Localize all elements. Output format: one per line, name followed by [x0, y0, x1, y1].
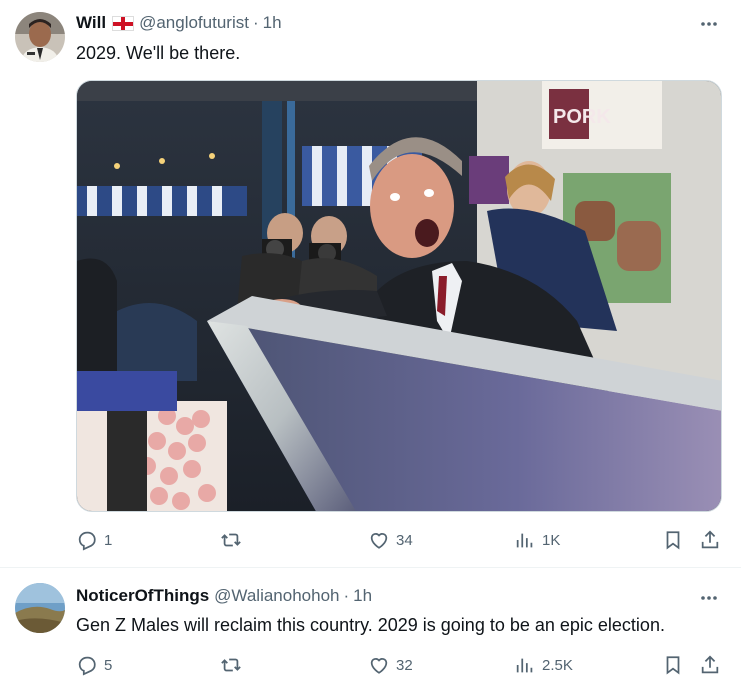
share-icon: [701, 530, 719, 549]
separator-dot: ·: [252, 13, 259, 32]
heart-icon: [370, 658, 388, 674]
photo-butcher-shop: PORK: [77, 81, 721, 511]
like-count: 34: [396, 531, 413, 549]
shop-sign-text: PORK: [553, 106, 611, 128]
reply-count: 5: [104, 656, 113, 674]
views-chart-icon: [516, 658, 533, 673]
timestamp[interactable]: 1h: [353, 586, 372, 606]
repost-button[interactable]: [220, 651, 248, 679]
share-button[interactable]: [699, 651, 721, 679]
share-icon: [701, 655, 719, 674]
tweet-photo[interactable]: PORK: [76, 80, 722, 512]
views-button[interactable]: 2.5K: [514, 651, 573, 679]
user-handle[interactable]: @Walianohohoh: [214, 586, 339, 606]
separator-dot: ·: [343, 586, 350, 605]
avatar[interactable]: [15, 583, 65, 633]
views-chart-icon: [516, 533, 533, 548]
more-options-button[interactable]: [697, 586, 721, 610]
england-flag-icon: [112, 15, 135, 31]
reply-button[interactable]: 1: [76, 526, 112, 554]
more-icon: [701, 22, 717, 26]
bookmark-button[interactable]: [662, 526, 684, 554]
heart-icon: [370, 533, 388, 549]
bookmark-icon: [666, 531, 680, 550]
avatar[interactable]: [15, 12, 65, 62]
more-options-button[interactable]: [697, 12, 721, 36]
tweet-header: Will @anglofuturist · 1h: [76, 12, 282, 34]
repost-icon: [221, 658, 241, 672]
like-button[interactable]: 34: [368, 526, 413, 554]
repost-icon: [221, 533, 241, 547]
reply-count: 1: [104, 531, 113, 549]
like-count: 32: [396, 656, 413, 674]
views-button[interactable]: 1K: [514, 526, 560, 554]
reply-button[interactable]: 5: [76, 651, 112, 679]
tweet-actions: 5 32 2.5K: [76, 651, 726, 679]
bookmark-icon: [666, 656, 680, 675]
display-name[interactable]: Will: [76, 13, 106, 33]
tweet-text: 2029. We'll be there.: [76, 43, 241, 63]
user-handle[interactable]: @anglofuturist: [139, 13, 249, 33]
view-count: 2.5K: [542, 656, 573, 674]
tweet-actions: 1 34 1K: [76, 526, 726, 554]
tweet-header: NoticerOfThings @Walianohohoh · 1h: [76, 585, 372, 607]
bookmark-button[interactable]: [662, 651, 684, 679]
more-icon: [701, 596, 717, 600]
reply-icon: [78, 656, 96, 676]
timestamp[interactable]: 1h: [263, 13, 282, 33]
reply-icon: [78, 531, 96, 551]
repost-button[interactable]: [220, 526, 248, 554]
like-button[interactable]: 32: [368, 651, 413, 679]
view-count: 1K: [542, 531, 561, 549]
tweet[interactable]: NoticerOfThings @Walianohohoh · 1h Gen Z…: [0, 568, 741, 688]
tweet[interactable]: Will @anglofuturist · 1h 2029. We'll be …: [0, 0, 741, 568]
share-button[interactable]: [699, 526, 721, 554]
display-name[interactable]: NoticerOfThings: [76, 586, 209, 606]
tweet-text: Gen Z Males will reclaim this country. 2…: [76, 615, 665, 635]
